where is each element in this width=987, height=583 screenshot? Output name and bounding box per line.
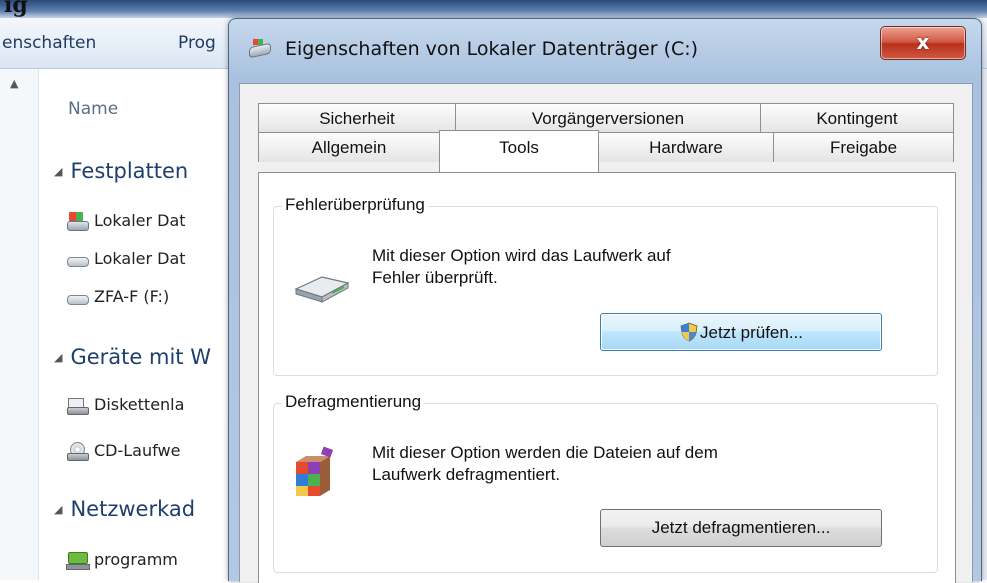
column-header-name[interactable]: Name [68, 99, 118, 119]
tab-sicherheit[interactable]: Sicherheit [258, 103, 456, 133]
system-drive-icon [66, 211, 89, 231]
network-location-icon [66, 551, 90, 570]
defrag-group: Defragmentierung Mit dieser Option werde… [273, 392, 938, 573]
list-item-drive-f[interactable]: ZFA-F (F:) [66, 287, 169, 306]
group-label: Festplatten [70, 159, 189, 183]
error-checking-title: Fehlerüberprüfung [282, 195, 428, 215]
tab-label: Tools [499, 138, 539, 157]
list-item-floppy[interactable]: Diskettenla [66, 395, 185, 415]
tab-label: Kontingent [816, 109, 898, 128]
drive-list: Name ◢ Festplatten Lokaler Dat Lokaler Da… [40, 69, 240, 580]
description-line: Mit dieser Option werden die Dateien auf… [372, 443, 718, 462]
hard-disk-icon [294, 276, 350, 303]
collapse-triangle-icon[interactable]: ◢ [54, 351, 62, 364]
defrag-description: Mit dieser Option werden die Dateien auf… [372, 442, 812, 486]
list-item-drive-c[interactable]: Lokaler Dat [66, 211, 186, 231]
collapse-triangle-icon[interactable]: ◢ [54, 503, 62, 516]
tab-label: Hardware [649, 138, 723, 157]
close-icon: x [916, 30, 930, 54]
group-label: Geräte mit W [70, 345, 211, 369]
tab-label: Freigabe [829, 138, 898, 157]
group-label: Netzwerkad [70, 497, 196, 521]
tab-freigabe[interactable]: Freigabe [773, 132, 954, 162]
close-button[interactable]: x [880, 26, 966, 60]
tab-label: Vorgängerversionen [531, 109, 685, 128]
tab-tools[interactable]: Tools [439, 130, 599, 172]
defrag-title: Defragmentierung [282, 392, 425, 412]
tab-hardware[interactable]: Hardware [598, 132, 774, 162]
description-line: Mit dieser Option wird das Laufwerk auf [372, 246, 671, 265]
item-label: CD-Laufwe [94, 441, 181, 460]
group-hard-disks[interactable]: ◢ Festplatten [54, 159, 188, 183]
description-line: Laufwerk defragmentiert. [372, 465, 561, 484]
tab-vorgaengerversionen[interactable]: Vorgängerversionen [455, 103, 761, 133]
tab-allgemein[interactable]: Allgemein [258, 132, 440, 162]
scroll-up-icon[interactable]: ▲ [10, 77, 18, 90]
background-window-bar [0, 0, 987, 18]
toolbar-programs[interactable]: Prog [178, 33, 216, 53]
dialog-titlebar[interactable]: Eigenschaften von Lokaler Datenträger (C… [229, 19, 981, 73]
description-line: Fehler überprüft. [372, 268, 498, 287]
drive-icon [249, 39, 271, 57]
button-label: Jetzt prüfen... [700, 323, 803, 342]
floppy-drive-icon [66, 396, 89, 415]
collapse-triangle-icon[interactable]: ◢ [54, 165, 62, 178]
item-label: Lokaler Dat [94, 211, 186, 230]
hard-drive-icon [66, 288, 89, 306]
check-now-button[interactable]: Jetzt prüfen... [600, 313, 882, 351]
dialog-body: Sicherheit Vorgängerversionen Kontingent… [239, 83, 973, 583]
navigation-pane: ▲ [0, 69, 39, 580]
button-label: Jetzt defragmentieren... [651, 518, 831, 537]
tab-label: Allgemein [311, 138, 387, 157]
item-label: ZFA-F (F:) [94, 287, 170, 306]
list-item-drive-d[interactable]: Lokaler Dat [66, 249, 186, 268]
toolbar-properties[interactable]: enschaften [2, 33, 96, 53]
item-label: Diskettenla [94, 395, 185, 414]
defragment-now-button[interactable]: Jetzt defragmentieren... [600, 509, 882, 547]
error-checking-description: Mit dieser Option wird das Laufwerk auf … [372, 245, 812, 289]
item-label: Lokaler Dat [94, 249, 186, 268]
tab-kontingent[interactable]: Kontingent [760, 103, 954, 133]
cd-drive-icon [66, 441, 89, 461]
hard-drive-icon [66, 250, 89, 268]
item-label: programm [94, 550, 178, 569]
tab-label: Sicherheit [319, 109, 395, 128]
error-checking-group: Fehlerüberprüfung Mit dieser Option wird… [273, 195, 938, 376]
list-item-network[interactable]: programm [66, 550, 178, 570]
defrag-icon [296, 446, 334, 496]
properties-dialog: Eigenschaften von Lokaler Datenträger (C… [228, 18, 982, 583]
list-item-cd[interactable]: CD-Laufwe [66, 441, 181, 461]
dialog-title: Eigenschaften von Lokaler Datenträger (C… [285, 38, 699, 60]
group-removable[interactable]: ◢ Geräte mit W [54, 345, 211, 369]
page-heading-fragment: ig [4, 0, 28, 18]
tools-tab-panel: Fehlerüberprüfung Mit dieser Option wird… [258, 172, 956, 583]
group-network[interactable]: ◢ Netzwerkad [54, 497, 195, 521]
uac-shield-icon [679, 322, 699, 342]
